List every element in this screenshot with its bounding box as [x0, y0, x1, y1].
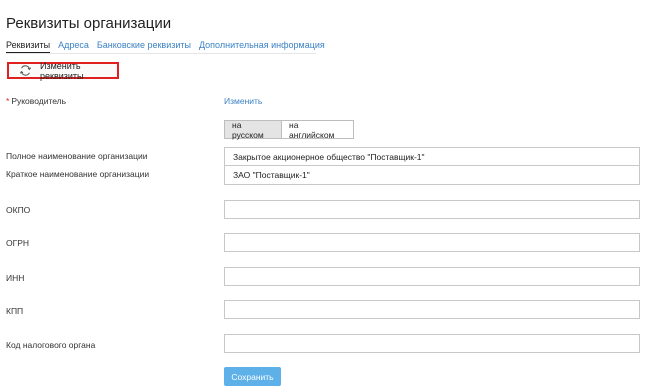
tab-bank-requisites[interactable]: Банковские реквизиты [97, 40, 191, 54]
okpo-field[interactable] [224, 200, 640, 219]
tax-code-label: Код налогового органа [6, 340, 96, 350]
director-change-link[interactable]: Изменить [224, 96, 262, 106]
lang-english-button[interactable]: на английском [282, 120, 354, 140]
ogrn-field[interactable] [224, 233, 640, 252]
director-label: * Руководитель [6, 96, 67, 106]
okpo-label: ОКПО [6, 205, 31, 215]
ogrn-label: ОГРН [6, 238, 30, 248]
kpp-label: КПП [6, 306, 24, 316]
tax-code-field[interactable] [224, 334, 640, 353]
edit-requisites-button[interactable]: Изменить реквизиты [7, 60, 119, 81]
tab-additional-info[interactable]: Дополнительная информация [199, 40, 325, 54]
inn-field[interactable] [224, 267, 640, 286]
tab-requisites[interactable]: Реквизиты [6, 40, 51, 54]
full-name-field[interactable]: Закрытое акционерное общество "Поставщик… [224, 147, 640, 166]
language-switcher: на русском на английском [224, 120, 354, 140]
short-name-label: Краткое наименование организации [6, 169, 150, 179]
lang-russian-button[interactable]: на русском [224, 120, 282, 140]
edit-requisites-label: Изменить реквизиты [40, 60, 84, 81]
tab-bar: Реквизиты Адреса Банковские реквизиты До… [6, 40, 333, 54]
tab-addresses[interactable]: Адреса [58, 40, 89, 54]
save-button[interactable]: Сохранить [224, 367, 281, 386]
refresh-icon [19, 64, 32, 77]
tabs-divider [6, 53, 316, 54]
full-name-label: Полное наименование организации [6, 151, 148, 161]
required-marker: * [6, 96, 10, 106]
inn-label: ИНН [6, 273, 25, 283]
short-name-field[interactable]: ЗАО "Поставщик-1" [224, 166, 640, 185]
kpp-field[interactable] [224, 300, 640, 319]
page-title: Реквизиты организации [6, 15, 172, 32]
